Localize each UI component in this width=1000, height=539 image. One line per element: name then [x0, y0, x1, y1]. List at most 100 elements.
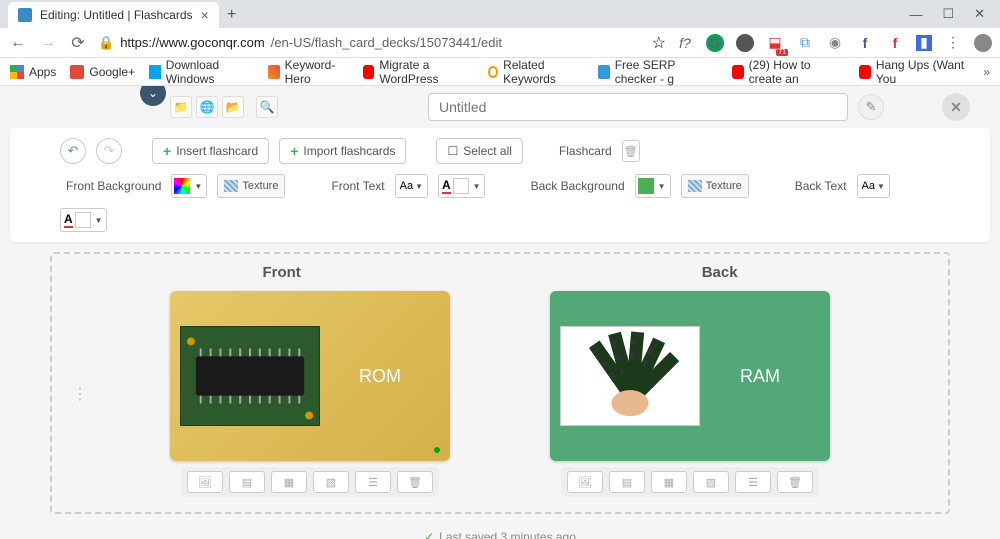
window-controls: — ☐ ✕ — [870, 0, 1000, 28]
ext-menu-icon[interactable]: ⋮ — [944, 34, 962, 52]
layout3-icon[interactable]: ▧ — [313, 471, 349, 493]
ext-fb-icon[interactable]: f — [856, 34, 874, 52]
new-tab-button[interactable]: + — [219, 2, 245, 28]
extension-icons: f? G ⬓ ⧉ ◉ f f ▮ ⋮ — [676, 34, 992, 52]
card-back-text: RAM — [700, 366, 820, 387]
front-bg-color-picker[interactable]: ▼ — [171, 174, 207, 198]
serp-icon — [598, 65, 610, 79]
chevron-down-icon[interactable]: ⌄ — [140, 86, 166, 106]
delete-flashcard-icon[interactable]: 🗑 — [622, 140, 640, 162]
ext-dark-icon[interactable] — [736, 34, 754, 52]
url-path: /en-US/flash_card_decks/15073441/edit — [271, 35, 502, 50]
bookmark-download-windows[interactable]: Download Windows — [149, 58, 254, 86]
profile-avatar[interactable] — [974, 34, 992, 52]
bookmarks-overflow[interactable]: » — [983, 65, 990, 79]
deck-title-input[interactable] — [428, 93, 848, 121]
front-texture-button[interactable]: Texture — [217, 174, 285, 198]
image-tool-icon[interactable]: 🖼 — [187, 471, 223, 493]
insert-flashcard-button[interactable]: Insert flashcard — [152, 138, 269, 164]
browser-tab[interactable]: Editing: Untitled | Flashcards × — [8, 2, 219, 28]
front-bg-label: Front Background — [66, 179, 161, 193]
layout1-icon-back[interactable]: ▤ — [609, 471, 645, 493]
bookmark-migrate-wp[interactable]: Migrate a WordPress — [363, 58, 474, 86]
back-bg-label: Back Background — [531, 179, 625, 193]
bookmark-hang-ups[interactable]: Hang Ups (Want You — [859, 58, 969, 86]
check-icon: ✓ — [424, 530, 434, 539]
front-column-header: Front — [262, 264, 300, 281]
layout4-icon-back[interactable]: ☰ — [735, 471, 771, 493]
maximize-icon[interactable]: ☐ — [942, 6, 954, 22]
globe-icon[interactable]: 🌐 — [196, 96, 218, 118]
save-status-text: Last saved 3 minutes ago — [439, 530, 576, 539]
card-back-image — [560, 326, 700, 426]
bookmark-keyword-hero[interactable]: Keyword-Hero — [268, 58, 349, 86]
ext-f2-icon[interactable]: f — [886, 34, 904, 52]
select-all-button[interactable]: ☐ Select all — [436, 138, 522, 164]
image-tool-icon-back[interactable]: 🖼 — [567, 471, 603, 493]
kh-icon — [268, 65, 280, 79]
yt3-icon — [859, 65, 871, 79]
layout1-icon[interactable]: ▤ — [229, 471, 265, 493]
drag-handle-icon[interactable]: ⋮ — [72, 384, 88, 404]
url-host: https://www.goconqr.com — [120, 35, 265, 50]
bookmark-serp[interactable]: Free SERP checker - g — [598, 58, 718, 86]
back-bg-color-picker[interactable]: ▼ — [635, 174, 671, 198]
minimize-icon[interactable]: — — [909, 7, 922, 22]
back-button[interactable]: ← — [8, 33, 28, 53]
lock-icon: 🔒 — [98, 35, 114, 51]
apps-icon — [10, 65, 24, 79]
yt2-icon — [732, 65, 744, 79]
front-card-tools: 🖼 ▤ ▦ ▧ ☰ 🗑 — [181, 467, 439, 497]
ext-camera-icon[interactable]: ◉ — [826, 34, 844, 52]
bookmark-apps[interactable]: Apps — [10, 65, 56, 79]
bookmark-google-plus[interactable]: Google+ — [70, 65, 135, 79]
flashcard-label: Flashcard — [559, 144, 612, 158]
url-field[interactable]: 🔒 https://www.goconqr.com/en-US/flash_ca… — [98, 35, 642, 51]
bookmark-related-kw[interactable]: Related Keywords — [488, 58, 584, 86]
deck-header: ⌄ 📁 🌐 📂 🔍 ✎ ✕ — [0, 86, 1000, 128]
folder-icon[interactable]: 📁 — [170, 96, 192, 118]
forward-button[interactable]: → — [38, 33, 58, 53]
layout4-icon[interactable]: ☰ — [355, 471, 391, 493]
layout3-icon-back[interactable]: ▧ — [693, 471, 729, 493]
back-card-tools: 🖼 ▤ ▦ ▧ ☰ 🗑 — [561, 467, 819, 497]
search-icon[interactable]: 🔍 — [256, 96, 278, 118]
back-text-label: Back Text — [795, 179, 847, 193]
ext-grammarly-icon[interactable]: G — [706, 34, 724, 52]
card-front[interactable]: ROM — [170, 291, 450, 461]
import-flashcards-button[interactable]: Import flashcards — [279, 138, 406, 164]
editor-toolbar: ↶ ↷ Insert flashcard Import flashcards ☐… — [10, 128, 990, 242]
ext-badge-icon[interactable]: ⬓ — [766, 34, 784, 52]
folder2-icon[interactable]: 📂 — [222, 96, 244, 118]
ext-f-icon[interactable]: f? — [676, 34, 694, 52]
front-font-picker[interactable]: Aa▼ — [395, 174, 428, 198]
card-back[interactable]: RAM — [550, 291, 830, 461]
front-text-label: Front Text — [331, 179, 384, 193]
close-window-icon[interactable]: ✕ — [974, 6, 985, 22]
layout2-icon[interactable]: ▦ — [271, 471, 307, 493]
address-bar: ← → ⟳ 🔒 https://www.goconqr.com/en-US/fl… — [0, 28, 1000, 58]
delete-card-icon[interactable]: 🗑 — [397, 471, 433, 493]
tab-title: Editing: Untitled | Flashcards — [40, 8, 193, 22]
ext-window-icon[interactable]: ⧉ — [796, 34, 814, 52]
back-texture-button[interactable]: Texture — [681, 174, 749, 198]
star-icon[interactable]: ☆ — [652, 33, 666, 53]
back-font-picker[interactable]: Aa▼ — [857, 174, 890, 198]
card-front-image — [180, 326, 320, 426]
tab-close-icon[interactable]: × — [201, 7, 209, 23]
undo-icon[interactable]: ↶ — [60, 138, 86, 164]
tab-favicon — [18, 8, 32, 22]
close-editor-button[interactable]: ✕ — [942, 93, 970, 121]
browser-tab-bar: Editing: Untitled | Flashcards × + — ☐ ✕ — [0, 0, 1000, 28]
layout2-icon-back[interactable]: ▦ — [651, 471, 687, 493]
front-text-color-picker[interactable]: A▼ — [438, 174, 485, 198]
app-content: ⌄ 📁 🌐 📂 🔍 ✎ ✕ ↶ ↷ Insert flashcard Impor… — [0, 86, 1000, 539]
edit-title-icon[interactable]: ✎ — [858, 94, 884, 120]
redo-icon[interactable]: ↷ — [96, 138, 122, 164]
save-status: ✓ Last saved 3 minutes ago — [0, 524, 1000, 539]
reload-button[interactable]: ⟳ — [68, 33, 88, 53]
delete-card-icon-back[interactable]: 🗑 — [777, 471, 813, 493]
back-text-color-picker[interactable]: A▼ — [60, 208, 107, 232]
bookmark-how-to[interactable]: (29) How to create an — [732, 58, 845, 86]
ext-blue-icon[interactable]: ▮ — [916, 35, 932, 51]
